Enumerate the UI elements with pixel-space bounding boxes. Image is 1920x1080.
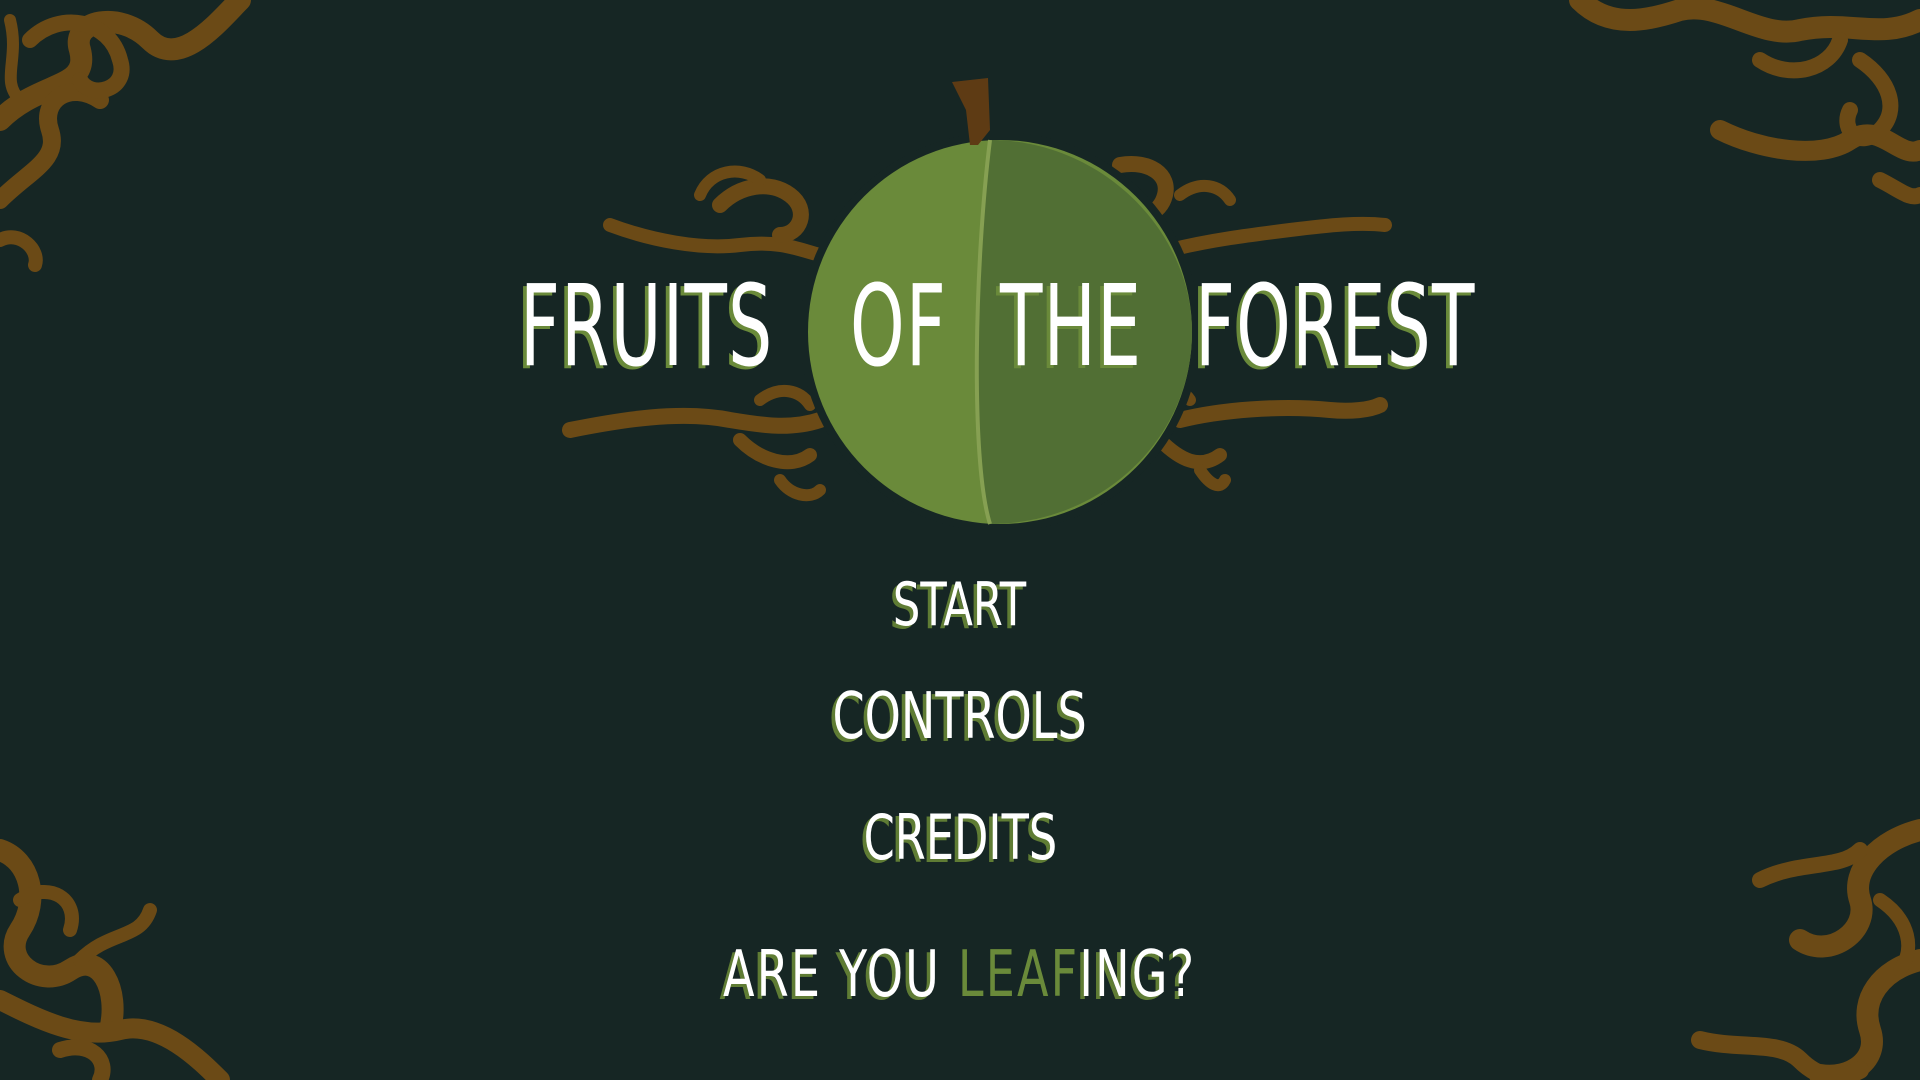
corner-vine-top-right — [1569, 0, 1920, 205]
controls-button[interactable]: CONTROLS — [0, 672, 1920, 762]
fruit-stem — [952, 78, 990, 145]
title-word-forest: FOREST — [1195, 262, 1476, 392]
start-button[interactable]: START — [0, 565, 1920, 645]
controls-button-label: CONTROLS — [832, 680, 1088, 754]
tagline: ARE YOU LEAFING? — [0, 930, 1920, 1020]
title-word-fruits: FRUITS — [520, 262, 774, 392]
title-word-of: OF — [850, 262, 948, 392]
credits-button-label: CREDITS — [863, 801, 1057, 874]
start-button-label: START — [893, 570, 1027, 640]
credits-button[interactable]: CREDITS — [0, 793, 1920, 883]
title-word-the: THE — [1000, 262, 1143, 392]
tagline-part-2: ING? — [1079, 938, 1197, 1012]
corner-vine-top-left — [0, 0, 251, 272]
main-menu-screen: FRUITS OF THE FOREST START CONTROLS CRED… — [0, 0, 1920, 1080]
tagline-highlight: LEAF — [958, 938, 1080, 1012]
background-art — [0, 0, 1920, 1080]
tagline-part-1: ARE YOU — [723, 938, 959, 1012]
